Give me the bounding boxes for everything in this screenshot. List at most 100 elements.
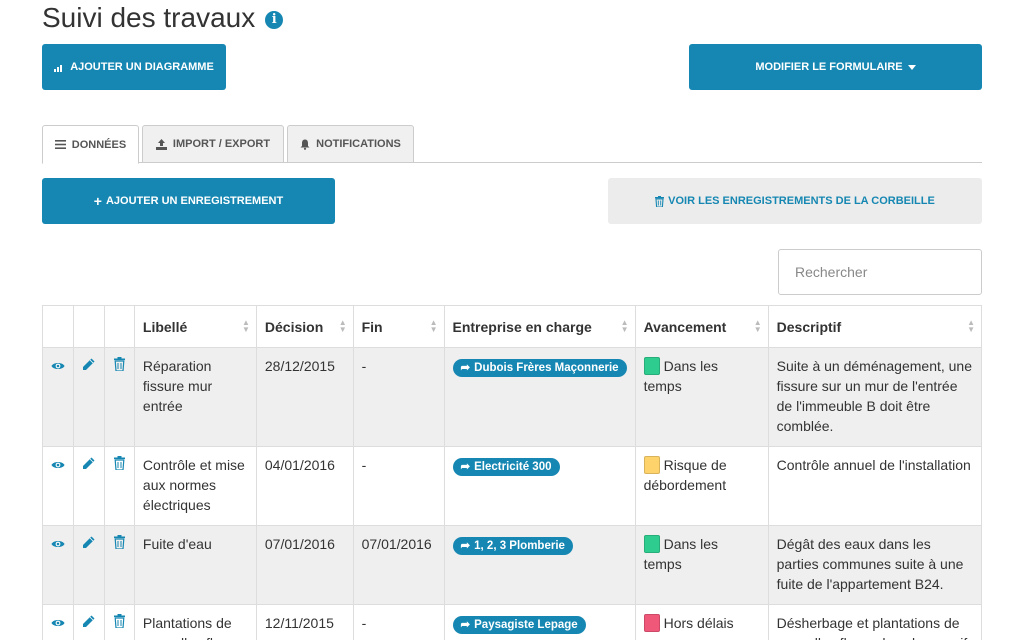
column-header-libelle[interactable]: Libellé ▲ ▼ bbox=[133, 305, 257, 348]
sort-icon: ▲ ▼ bbox=[753, 318, 762, 334]
cell-libelle: Contrôle et mise aux normes électriques bbox=[133, 446, 257, 526]
cell-avancement: Dans les temps bbox=[634, 347, 769, 447]
cell-descriptif: Désherbage et plantations de nouvelles f… bbox=[767, 604, 983, 640]
eye-icon[interactable] bbox=[51, 618, 65, 628]
info-icon[interactable]: i bbox=[265, 11, 284, 29]
delete-cell bbox=[103, 347, 135, 447]
tab-label: IMPORT / EXPORT bbox=[172, 138, 271, 150]
tab-notifications[interactable]: NOTIFICATIONS bbox=[287, 125, 414, 163]
share-arrow-icon: ➦ bbox=[460, 619, 471, 631]
sort-icon: ▲ ▼ bbox=[338, 318, 347, 334]
cell-fin: - bbox=[352, 446, 445, 526]
cell-decision: 07/01/2016 bbox=[255, 525, 354, 605]
status-indicator bbox=[643, 357, 660, 375]
eye-icon[interactable] bbox=[51, 539, 65, 549]
view-cell bbox=[42, 525, 74, 605]
table-row: Contrôle et mise aux normes électriques … bbox=[42, 446, 983, 526]
cell-fin: - bbox=[352, 347, 445, 447]
company-name: Dubois Frères Maçonnerie bbox=[474, 362, 619, 374]
column-header-label: Avancement bbox=[643, 318, 727, 335]
edit-cell bbox=[73, 347, 105, 447]
company-link[interactable]: ➦ Electricité 300 bbox=[452, 458, 560, 476]
column-header-entreprise[interactable]: Entreprise en charge ▲ ▼ bbox=[443, 305, 636, 348]
eye-icon[interactable] bbox=[51, 460, 65, 470]
tab-label: NOTIFICATIONS bbox=[316, 138, 401, 150]
edit-form-label: MODIFIER LE FORMULAIRE bbox=[755, 61, 903, 73]
company-link[interactable]: ➦ Dubois Frères Maçonnerie bbox=[452, 359, 627, 377]
trash-icon[interactable] bbox=[113, 614, 125, 629]
trash-icon[interactable] bbox=[113, 535, 125, 550]
cell-entreprise: ➦ Paysagiste Lepage bbox=[443, 604, 636, 640]
cell-avancement: Hors délais bbox=[634, 604, 769, 640]
tab-bar: DONNÉES IMPORT / EXPORT NOTIFICATIONS bbox=[42, 125, 982, 164]
delete-column-header bbox=[103, 305, 135, 348]
cell-avancement: Dans les temps bbox=[634, 525, 769, 605]
cell-libelle: Plantations de nouvelles fleurs bbox=[133, 604, 257, 640]
share-arrow-icon: ➦ bbox=[460, 362, 471, 374]
bell-icon bbox=[300, 139, 310, 150]
tab-label: DONNÉES bbox=[71, 138, 127, 151]
sort-icon: ▲ ▼ bbox=[967, 318, 975, 334]
pencil-icon[interactable] bbox=[82, 358, 95, 371]
company-link[interactable]: ➦ 1, 2, 3 Plomberie bbox=[452, 537, 573, 555]
list-icon bbox=[54, 140, 66, 149]
company-name: 1, 2, 3 Plomberie bbox=[474, 540, 565, 552]
view-trash-label: VOIR LES ENREGISTREMENTS DE LA CORBEILLE bbox=[668, 195, 935, 207]
trash-icon[interactable] bbox=[113, 456, 125, 471]
view-cell bbox=[42, 347, 74, 447]
column-header-decision[interactable]: Décision ▲ ▼ bbox=[255, 305, 354, 348]
add-chart-button[interactable]: AJOUTER UN DIAGRAMME bbox=[42, 44, 226, 90]
cell-descriptif: Suite à un déménagement, une fissure sur… bbox=[767, 347, 983, 447]
pencil-icon[interactable] bbox=[82, 615, 95, 628]
delete-cell bbox=[103, 525, 135, 605]
pencil-icon[interactable] bbox=[82, 536, 95, 549]
import-export-icon bbox=[155, 138, 167, 150]
status-indicator bbox=[643, 614, 660, 632]
edit-form-dropdown-button[interactable]: MODIFIER LE FORMULAIRE bbox=[689, 44, 982, 90]
share-arrow-icon: ➦ bbox=[460, 461, 471, 473]
edit-cell bbox=[73, 525, 105, 605]
cell-fin: - bbox=[352, 604, 445, 640]
delete-cell bbox=[103, 446, 135, 526]
cell-libelle: Réparation fissure mur entrée bbox=[133, 347, 257, 447]
column-header-label: Fin bbox=[361, 318, 383, 335]
sort-icon: ▲ ▼ bbox=[620, 318, 629, 334]
add-record-label: AJOUTER UN ENREGISTREMENT bbox=[105, 195, 284, 207]
delete-cell bbox=[103, 604, 135, 640]
eye-icon[interactable] bbox=[51, 361, 65, 371]
view-column-header bbox=[42, 305, 74, 348]
cell-entreprise: ➦ 1, 2, 3 Plomberie bbox=[443, 525, 636, 605]
tab-donnees[interactable]: DONNÉES bbox=[42, 125, 139, 164]
search-input[interactable] bbox=[778, 249, 982, 295]
add-record-button[interactable]: + AJOUTER UN ENREGISTREMENT bbox=[42, 178, 335, 224]
cell-fin: 07/01/2016 bbox=[352, 525, 445, 605]
tab-import-export[interactable]: IMPORT / EXPORT bbox=[142, 125, 284, 163]
status-indicator bbox=[643, 456, 660, 474]
company-link[interactable]: ➦ Paysagiste Lepage bbox=[452, 616, 586, 634]
edit-cell bbox=[73, 604, 105, 640]
company-name: Electricité 300 bbox=[474, 461, 552, 473]
table-row: Réparation fissure mur entrée 28/12/2015… bbox=[42, 347, 983, 447]
edit-column-header bbox=[73, 305, 105, 348]
cell-descriptif: Contrôle annuel de l'installation bbox=[767, 446, 983, 526]
cell-decision: 12/11/2015 bbox=[255, 604, 354, 640]
plus-icon: + bbox=[93, 192, 102, 209]
page-title-text: Suivi des travaux bbox=[42, 2, 256, 33]
share-arrow-icon: ➦ bbox=[460, 540, 471, 552]
sort-icon: ▲ ▼ bbox=[241, 318, 250, 334]
column-header-avancement[interactable]: Avancement ▲ ▼ bbox=[634, 305, 769, 348]
page-title: Suivi des travaux i bbox=[42, 2, 284, 34]
cell-entreprise: ➦ Electricité 300 bbox=[443, 446, 636, 526]
cell-entreprise: ➦ Dubois Frères Maçonnerie bbox=[443, 347, 636, 447]
view-trash-button[interactable]: VOIR LES ENREGISTREMENTS DE LA CORBEILLE bbox=[608, 178, 982, 224]
table-row: Plantations de nouvelles fleurs 12/11/20… bbox=[42, 604, 983, 640]
column-header-descriptif[interactable]: Descriptif ▲ ▼ bbox=[767, 305, 983, 348]
column-header-label: Descriptif bbox=[776, 318, 842, 335]
bar-chart-icon bbox=[54, 64, 63, 72]
pencil-icon[interactable] bbox=[82, 457, 95, 470]
cell-avancement: Risque de débordement bbox=[634, 446, 769, 526]
trash-icon[interactable] bbox=[113, 357, 125, 372]
column-header-fin[interactable]: Fin ▲ ▼ bbox=[352, 305, 445, 348]
trash-icon bbox=[655, 195, 665, 207]
cell-decision: 04/01/2016 bbox=[255, 446, 354, 526]
